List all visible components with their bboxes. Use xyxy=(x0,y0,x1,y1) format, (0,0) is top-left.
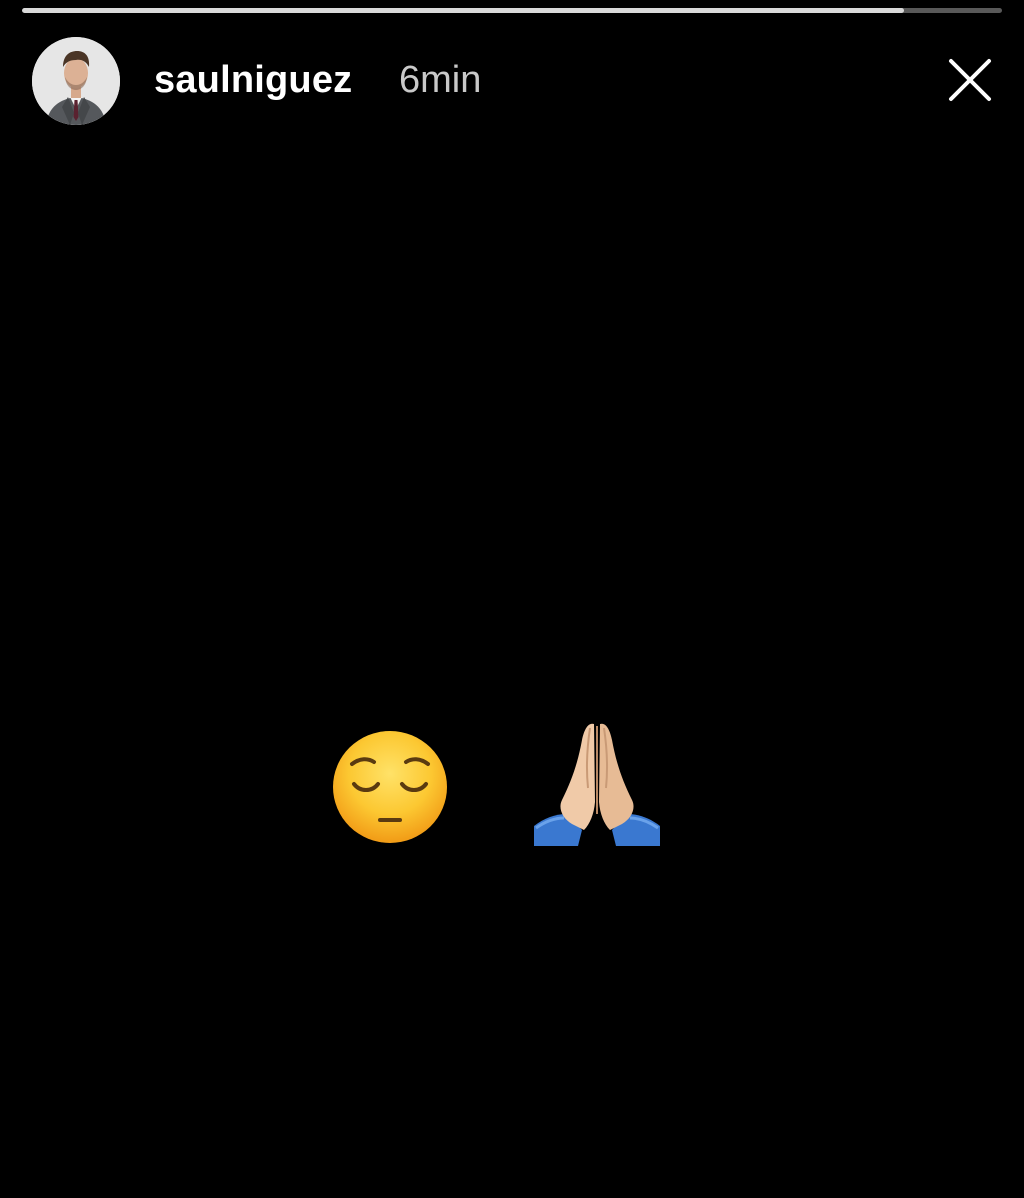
story-viewer[interactable]: saulniguez 6min xyxy=(0,0,1024,1198)
profile-avatar-icon xyxy=(32,37,120,125)
close-icon xyxy=(949,59,991,101)
pensive-face-icon xyxy=(330,728,450,846)
story-timestamp: 6min xyxy=(399,59,482,101)
avatar[interactable] xyxy=(32,37,120,125)
story-progress-bar xyxy=(22,8,1002,13)
story-progress-fill xyxy=(22,8,904,13)
username[interactable]: saulniguez xyxy=(154,56,352,104)
close-button[interactable] xyxy=(944,54,996,106)
folded-hands-icon xyxy=(532,718,662,846)
